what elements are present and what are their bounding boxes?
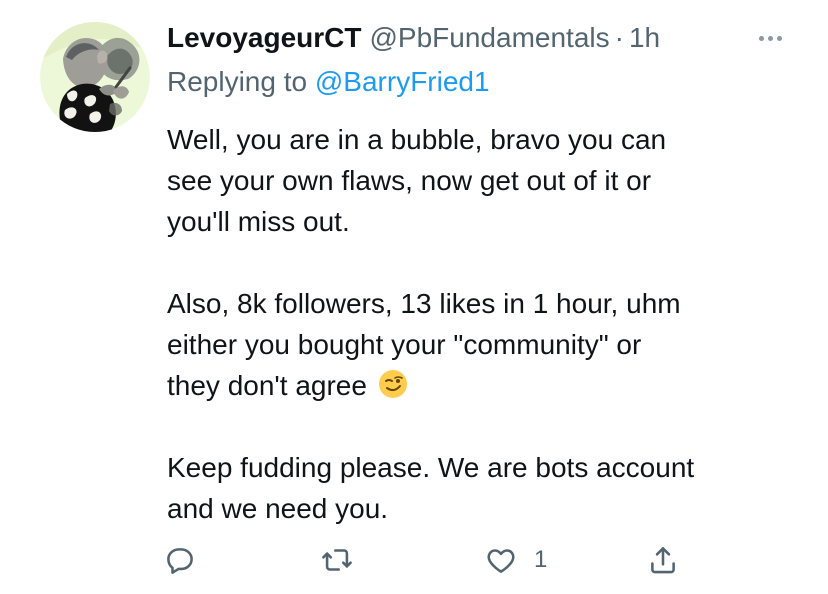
share-button[interactable]	[646, 538, 680, 582]
winking-face-svg	[378, 370, 407, 398]
more-options-icon[interactable]	[748, 26, 792, 50]
tweet-actions: 1	[0, 538, 828, 582]
more-dot	[758, 35, 764, 41]
username-handle[interactable]: @PbFundamentals	[370, 20, 610, 56]
tweet-line: Well, you are in a bubble, bravo you can	[167, 124, 667, 155]
tweet-card[interactable]: LevoyageurCT @PbFundamentals · 1h Replyi…	[0, 0, 828, 594]
retweet-icon	[322, 549, 352, 571]
tweet-line: Also, 8k followers, 13 likes in 1 hour, …	[167, 288, 681, 319]
separator-dot: ·	[614, 22, 624, 53]
timestamp[interactable]: 1h	[629, 20, 660, 56]
winking-face-emoji-icon	[377, 368, 409, 400]
display-name[interactable]: LevoyageurCT	[167, 20, 362, 56]
reply-icon	[167, 548, 193, 574]
tweet-paragraph: Keep fudding please. We are bots account…	[167, 447, 797, 529]
heart-icon	[487, 549, 515, 573]
reply-button[interactable]	[163, 538, 197, 582]
tweet-line: either you bought your "community" or	[167, 329, 642, 360]
more-dot	[767, 35, 773, 41]
tweet-header: LevoyageurCT @PbFundamentals · 1h	[167, 20, 660, 56]
tweet-line-text: they don't agree	[167, 370, 367, 401]
tweet-line-with-emoji: they don't agree	[167, 365, 797, 406]
tweet-paragraph: Well, you are in a bubble, bravo you can…	[167, 119, 797, 242]
tweet-line: Keep fudding please. We are bots account	[167, 452, 695, 483]
retweet-button[interactable]	[320, 538, 354, 582]
replying-to-label: Replying to	[167, 66, 315, 97]
more-dot	[776, 35, 782, 41]
share-icon	[651, 547, 675, 574]
tweet-line: you'll miss out.	[167, 206, 350, 237]
avatar-illustration	[40, 22, 150, 132]
tweet-line: see your own flaws, now get out of it or	[167, 165, 652, 196]
replying-to-handle[interactable]: @BarryFried1	[315, 66, 490, 97]
avatar[interactable]	[40, 22, 150, 132]
tweet-line: and we need you.	[167, 493, 389, 524]
replying-to-line: Replying to @BarryFried1	[167, 64, 490, 100]
tweet-text: Well, you are in a bubble, bravo you can…	[167, 119, 797, 529]
tweet-paragraph: Also, 8k followers, 13 likes in 1 hour, …	[167, 283, 797, 406]
like-count: 1	[534, 546, 548, 573]
like-button[interactable]: 1	[484, 538, 547, 582]
